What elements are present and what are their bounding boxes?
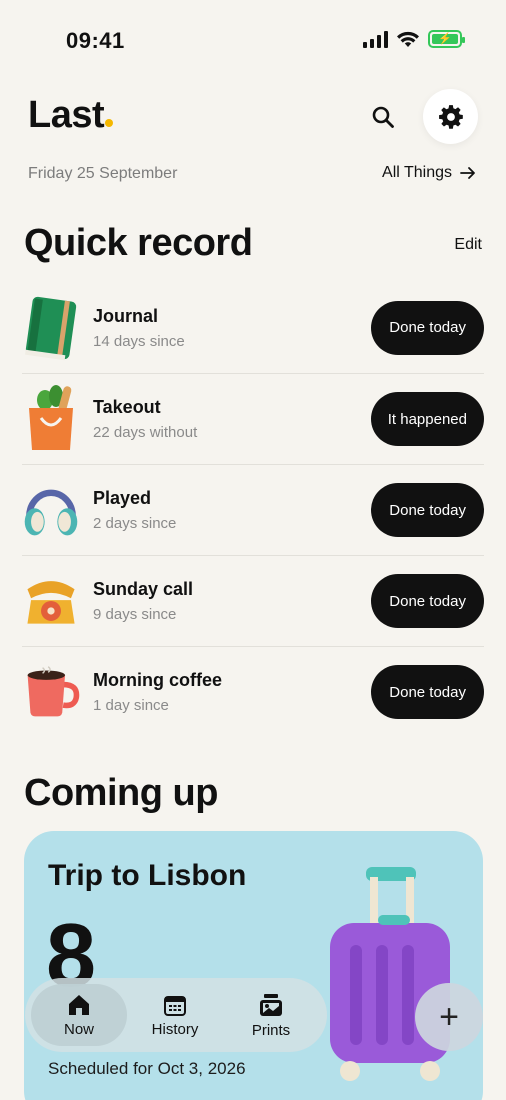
item-subtitle: 9 days since xyxy=(93,606,177,623)
list-item[interactable]: Played 2 days since Done today xyxy=(22,464,484,555)
done-today-button[interactable]: Done today xyxy=(371,300,484,355)
settings-button[interactable] xyxy=(423,89,478,144)
wifi-icon xyxy=(397,31,419,47)
arrow-right-icon xyxy=(460,167,475,179)
coffee-mug-icon xyxy=(22,660,80,724)
nav-prints[interactable]: Prints xyxy=(223,984,319,1046)
home-icon xyxy=(69,994,89,1015)
item-title: Takeout xyxy=(93,397,161,417)
telephone-icon xyxy=(22,569,80,633)
done-today-button[interactable]: Done today xyxy=(371,574,484,628)
search-icon xyxy=(372,106,394,128)
all-things-label: All Things xyxy=(382,164,452,181)
it-happened-button[interactable]: It happened xyxy=(370,392,484,446)
upcoming-card[interactable]: Trip to Lisbon 8 Scheduled for Oct 3, 20… xyxy=(24,831,483,1100)
current-date: Friday 25 September xyxy=(28,165,178,182)
nav-label: Prints xyxy=(251,1021,291,1039)
prints-icon xyxy=(260,993,282,1016)
list-item[interactable]: Morning coffee 1 day since Done today xyxy=(22,646,484,737)
item-title: Sunday call xyxy=(93,579,194,599)
gear-icon xyxy=(438,104,463,129)
plus-icon: + xyxy=(439,997,459,1036)
nav-now[interactable]: Now xyxy=(31,984,127,1046)
item-subtitle: 2 days since xyxy=(93,515,177,532)
suitcase-icon xyxy=(320,861,470,1086)
done-today-button[interactable]: Done today xyxy=(371,665,484,719)
calendar-icon xyxy=(164,995,186,1016)
scheduled-date: Scheduled for Oct 3, 2026 xyxy=(48,1059,246,1078)
logo-text: Last xyxy=(28,94,105,136)
all-things-link[interactable]: All Things xyxy=(382,164,476,182)
edit-button[interactable]: Edit xyxy=(454,236,482,254)
list-item[interactable]: Journal 14 days since Done today xyxy=(22,282,484,373)
card-title: Trip to Lisbon xyxy=(48,859,247,892)
item-title: Morning coffee xyxy=(93,670,222,690)
quick-record-title: Quick record xyxy=(24,222,253,264)
item-title: Journal xyxy=(93,305,159,326)
journal-icon xyxy=(22,296,80,360)
status-bar: 09:41 ⚡ xyxy=(0,0,506,80)
item-subtitle: 22 days without xyxy=(93,424,198,441)
headphones-icon xyxy=(22,478,80,542)
nav-label: History xyxy=(151,1020,199,1038)
list-item[interactable]: Sunday call 9 days since Done today xyxy=(22,555,484,646)
status-time: 09:41 xyxy=(66,28,125,53)
done-today-button[interactable]: Done today xyxy=(371,483,484,537)
signal-icon xyxy=(363,30,388,48)
nav-label: Now xyxy=(63,1020,94,1038)
takeout-bag-icon xyxy=(22,385,80,451)
bottom-nav: Now History Prints xyxy=(25,978,327,1052)
app-logo: Last xyxy=(28,94,114,137)
quick-record-list: Journal 14 days since Done today Takeout… xyxy=(22,282,484,737)
battery-charging-icon: ⚡ xyxy=(428,30,465,48)
search-button[interactable] xyxy=(364,98,402,136)
item-title: Played xyxy=(93,488,152,508)
nav-history[interactable]: History xyxy=(127,984,223,1046)
logo-dot xyxy=(105,119,114,127)
coming-up-title: Coming up xyxy=(24,772,218,814)
add-button[interactable]: + xyxy=(415,983,483,1051)
status-icons: ⚡ xyxy=(363,30,465,48)
item-subtitle: 14 days since xyxy=(93,332,185,350)
list-item[interactable]: Takeout 22 days without It happened xyxy=(22,373,484,464)
item-subtitle: 1 day since xyxy=(93,697,169,714)
